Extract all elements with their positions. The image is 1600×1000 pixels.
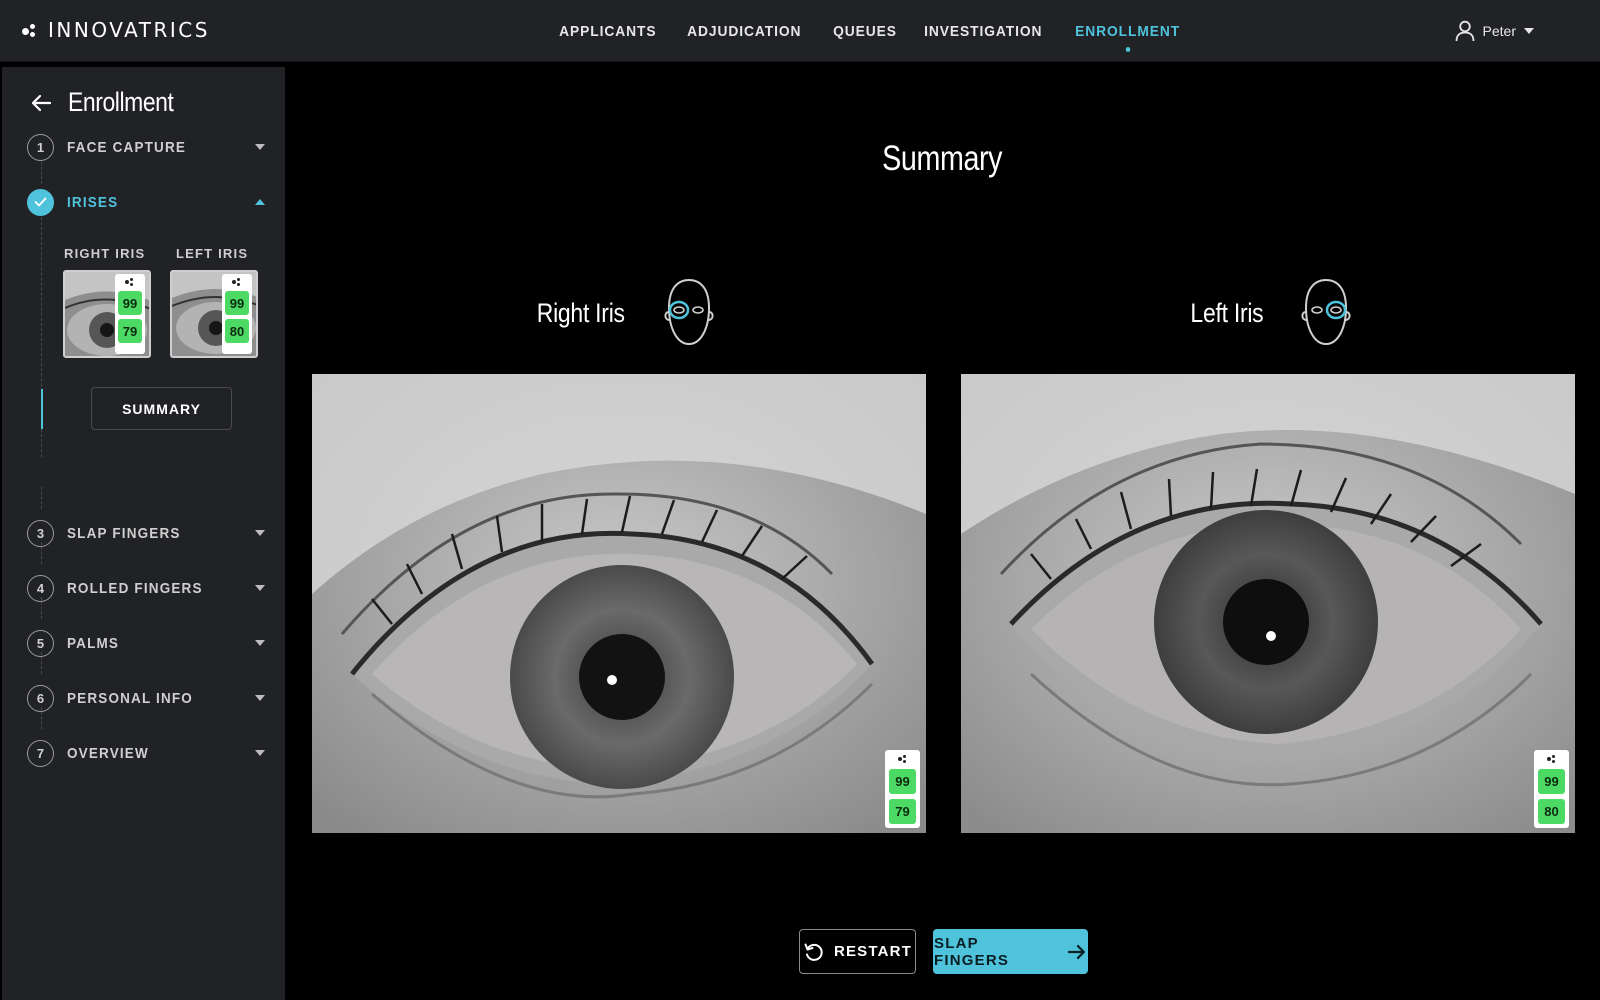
page-title-text: Summary [882, 139, 1003, 178]
arrow-right-icon [1068, 944, 1086, 959]
enrollment-sidebar: Enrollment 1 FACE CAPTURE IRISES RIGHT I… [2, 67, 285, 1000]
restart-button[interactable]: RESTART [799, 929, 916, 974]
user-menu[interactable]: Peter [1455, 20, 1534, 42]
step-label: PALMS [67, 634, 120, 652]
face-right-eye-icon [663, 278, 714, 346]
step-label: FACE CAPTURE [67, 138, 187, 156]
left-eye-photo [961, 374, 1575, 833]
back-arrow-icon[interactable] [30, 94, 52, 112]
restart-icon [804, 943, 823, 961]
nav-item-adjudication[interactable]: ADJUDICATION [677, 0, 812, 62]
chevron-down-icon [1524, 28, 1534, 34]
user-name: Peter [1482, 23, 1516, 39]
step-label: SLAP FINGERS [67, 524, 181, 542]
score-badge: 80 [225, 319, 249, 343]
chevron-down-icon [255, 695, 265, 701]
step-face-capture[interactable]: 1 FACE CAPTURE [27, 132, 275, 162]
quality-badge: 99 79 [115, 274, 145, 354]
quality-badge: 99 80 [1534, 750, 1569, 828]
face-left-eye-icon [1301, 278, 1351, 346]
score-badge: 79 [889, 799, 916, 824]
logo-mark-icon [22, 22, 38, 38]
innovatrics-mini-icon [125, 277, 135, 287]
right-iris-thumbnail[interactable]: 99 79 [63, 270, 151, 358]
step-number: 5 [27, 629, 54, 657]
step-label: IRISES [67, 193, 119, 211]
score-badge: 99 [1538, 769, 1565, 794]
step-number: 3 [27, 519, 54, 547]
user-icon [1455, 20, 1474, 42]
right-iris-image[interactable]: 99 79 [312, 374, 926, 833]
step-number: 4 [27, 574, 54, 602]
innovatrics-mini-icon [1546, 754, 1557, 764]
quality-badge: 99 80 [222, 274, 252, 354]
left-iris-title: Left Iris [1190, 297, 1264, 328]
sidebar-header: Enrollment [30, 87, 192, 118]
quality-badge: 99 79 [885, 750, 920, 828]
score-badge: 79 [118, 319, 142, 343]
right-iris-title: Right Iris [536, 297, 625, 328]
nav-item-queues[interactable]: QUEUES [823, 0, 907, 62]
right-iris-header: Right Iris [529, 278, 717, 348]
score-badge: 99 [889, 769, 916, 794]
step-connector [41, 487, 42, 509]
step-number: 1 [27, 133, 54, 161]
left-iris-thumbnail[interactable]: 99 80 [170, 270, 258, 358]
next-step-button[interactable]: SLAP FINGERS [933, 929, 1088, 974]
next-step-label: SLAP FINGERS [934, 934, 1010, 969]
innovatrics-mini-icon [232, 277, 242, 287]
thumb-label-left-iris: LEFT IRIS [176, 246, 249, 261]
chevron-down-icon [255, 585, 265, 591]
left-iris-image[interactable]: 99 80 [961, 374, 1575, 833]
chevron-down-icon [255, 530, 265, 536]
top-bar: INNOVATRICS APPLICANTS ADJUDICATION QUEU… [0, 0, 1600, 62]
chevron-down-icon [255, 750, 265, 756]
step-personal-info[interactable]: 6 PERSONAL INFO [27, 683, 275, 713]
step-overview[interactable]: 7 OVERVIEW [27, 738, 275, 768]
step-slap-fingers[interactable]: 3 SLAP FINGERS [27, 518, 275, 548]
chevron-up-icon [255, 199, 265, 205]
step-rolled-fingers[interactable]: 4 ROLLED FINGERS [27, 573, 275, 603]
innovatrics-mini-icon [897, 754, 908, 764]
score-badge: 80 [1538, 799, 1565, 824]
page-title: Summary [285, 139, 1600, 179]
score-badge: 99 [118, 291, 142, 315]
main-nav: APPLICANTS ADJUDICATION QUEUES INVESTIGA… [549, 0, 1201, 62]
sidebar-title: Enrollment [68, 87, 174, 117]
chevron-down-icon [255, 144, 265, 150]
left-iris-header: Left Iris [1184, 278, 1354, 348]
step-label: OVERVIEW [67, 744, 149, 762]
logo[interactable]: INNOVATRICS [22, 18, 210, 42]
nav-item-applicants[interactable]: APPLICANTS [549, 0, 667, 62]
nav-item-investigation[interactable]: INVESTIGATION [914, 0, 1053, 62]
step-label: PERSONAL INFO [67, 689, 193, 707]
step-connector [41, 162, 42, 184]
step-palms[interactable]: 5 PALMS [27, 628, 275, 658]
logo-text: INNOVATRICS [48, 18, 210, 42]
thumb-label-right-iris: RIGHT IRIS [64, 246, 146, 261]
chevron-down-icon [255, 640, 265, 646]
step-label: ROLLED FINGERS [67, 579, 203, 597]
step-number: 6 [27, 684, 54, 712]
score-badge: 99 [225, 291, 249, 315]
step-number: 7 [27, 739, 54, 767]
active-substep-indicator [41, 389, 43, 429]
step-irises[interactable]: IRISES [27, 187, 275, 217]
nav-item-enrollment[interactable]: ENROLLMENT [1065, 0, 1190, 62]
step-done-check-icon [27, 188, 54, 216]
summary-button[interactable]: SUMMARY [91, 387, 232, 430]
right-eye-photo [312, 374, 926, 833]
restart-label: RESTART [833, 943, 913, 960]
